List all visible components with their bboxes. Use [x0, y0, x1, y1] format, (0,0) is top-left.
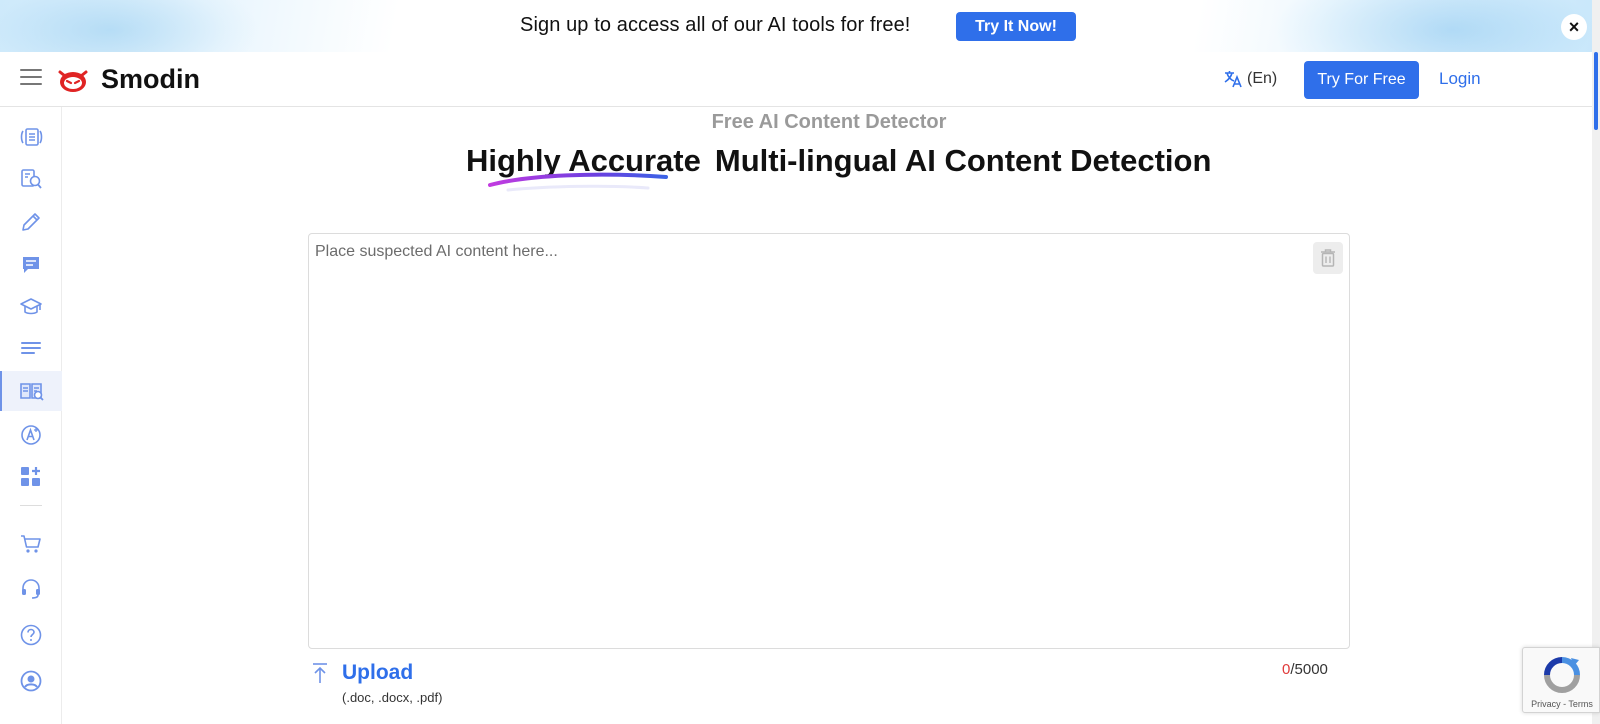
- sidebar-item-writer[interactable]: [0, 202, 62, 242]
- upload-arrow-icon: [313, 663, 327, 683]
- translate-icon: [1224, 71, 1242, 88]
- chat-icon: [23, 257, 39, 273]
- page-subtitle: Free AI Content Detector: [711, 111, 947, 133]
- recaptcha-icon: [1544, 657, 1580, 693]
- smodin-logo-icon[interactable]: [57, 66, 89, 94]
- title-underline-decoration: [488, 172, 668, 192]
- headset-icon: [22, 579, 40, 599]
- text-lines-icon: [21, 342, 41, 354]
- sidebar-item-pricing[interactable]: [0, 524, 62, 564]
- sidebar-item-help[interactable]: [0, 615, 62, 655]
- language-label: (En): [1247, 70, 1278, 87]
- sidebar-item-chat[interactable]: [0, 245, 62, 285]
- hamburger-menu-icon[interactable]: [20, 69, 42, 87]
- sidebar-item-support[interactable]: [0, 569, 62, 609]
- upload-file-types: (.doc, .docx, .pdf): [342, 690, 443, 705]
- upload-label: Upload: [342, 661, 414, 684]
- ai-content-input[interactable]: [309, 234, 1349, 648]
- cart-icon: [21, 535, 41, 553]
- promo-banner: Sign up to access all of our AI tools fo…: [0, 0, 1592, 52]
- try-it-now-button[interactable]: Try It Now!: [956, 12, 1076, 41]
- banner-text: Sign up to access all of our AI tools fo…: [520, 14, 911, 36]
- account-icon: [20, 670, 42, 692]
- language-selector[interactable]: (En): [1223, 69, 1277, 89]
- sidebar-item-summarizer[interactable]: [0, 329, 62, 369]
- trash-icon: [1321, 249, 1335, 267]
- sidebar-divider: [20, 505, 42, 506]
- apps-add-icon: [21, 467, 40, 486]
- recaptcha-badge[interactable]: Privacy - Terms: [1522, 647, 1600, 713]
- try-for-free-button[interactable]: Try For Free: [1304, 61, 1419, 99]
- plagiarism-search-icon: [21, 169, 42, 189]
- sidebar-item-more-apps[interactable]: [0, 457, 62, 497]
- close-icon[interactable]: ×: [1561, 14, 1587, 40]
- ai-grader-icon: [21, 425, 41, 445]
- character-counter: 0/5000: [1282, 661, 1328, 678]
- ai-detector-icon: [20, 383, 44, 401]
- sidebar-item-ai-detector[interactable]: [0, 371, 62, 411]
- content-editor: [308, 233, 1350, 649]
- sidebar-item-account[interactable]: [0, 661, 62, 701]
- pencil-icon: [22, 213, 40, 231]
- upload-button[interactable]: Upload: [310, 661, 413, 685]
- login-link[interactable]: Login: [1439, 69, 1481, 89]
- sidebar-item-plagiarism-checker[interactable]: [0, 159, 62, 199]
- recaptcha-privacy-terms[interactable]: Privacy - Terms: [1523, 699, 1600, 709]
- clear-text-button[interactable]: [1313, 242, 1343, 274]
- top-header: Smodin (En) Try For Free Login: [0, 52, 1592, 107]
- graduation-cap-icon: [20, 298, 42, 315]
- title-rest: Multi-lingual AI Content Detection: [714, 143, 1212, 178]
- brand-name[interactable]: Smodin: [101, 64, 200, 95]
- sidebar: [0, 107, 62, 724]
- character-count-limit: /5000: [1290, 661, 1328, 678]
- sidebar-item-ai-grader[interactable]: [0, 415, 62, 455]
- sidebar-item-education[interactable]: [0, 287, 62, 327]
- help-icon: [20, 624, 42, 646]
